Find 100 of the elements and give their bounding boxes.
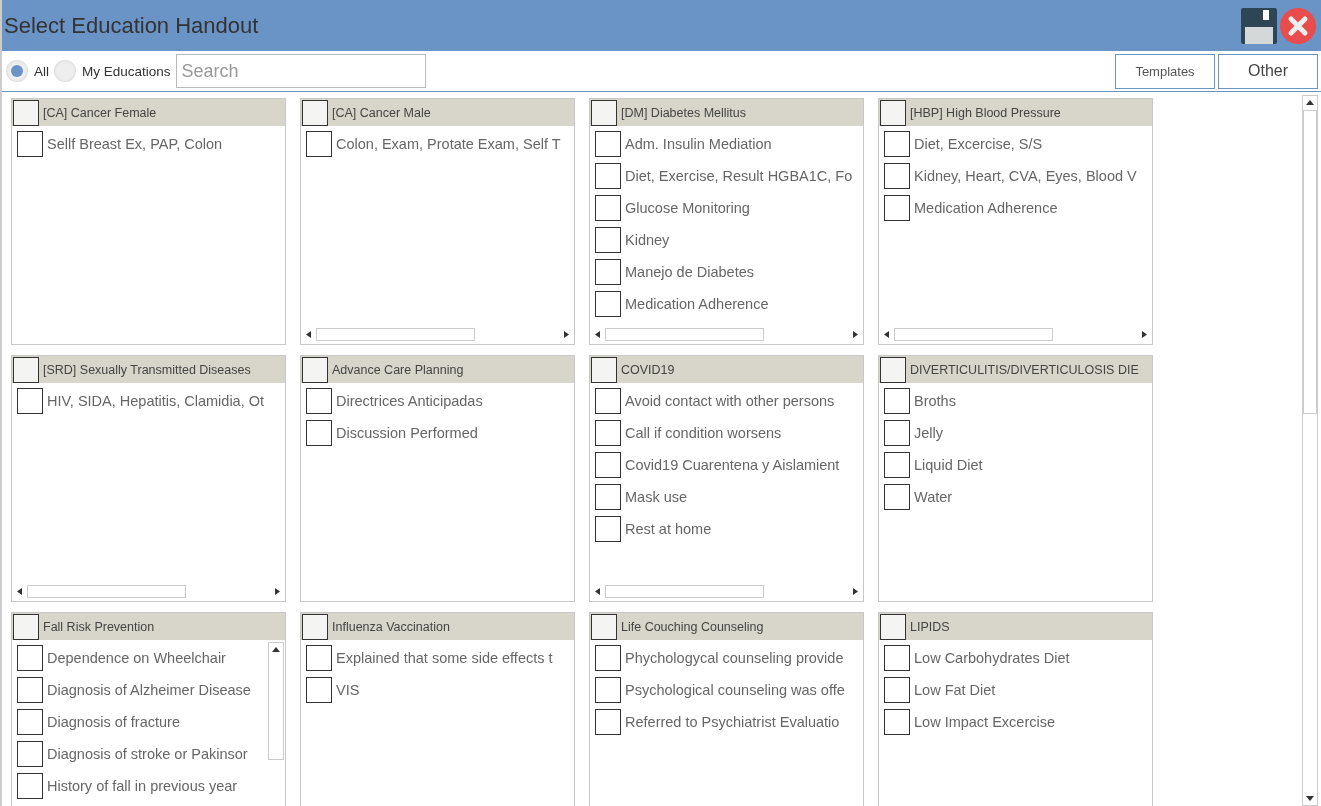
handout-label: Covid19 Cuarentena y Aislamient: [625, 457, 840, 473]
handout-label: Adm. Insulin Mediation: [625, 136, 772, 152]
handout-label: Discussion Performed: [336, 425, 478, 441]
checkbox[interactable]: [17, 388, 43, 414]
checkbox[interactable]: [880, 356, 906, 383]
checkbox[interactable]: [302, 356, 328, 383]
checkbox[interactable]: [17, 773, 43, 799]
checkbox[interactable]: [595, 420, 621, 446]
category-title: COVID19: [621, 362, 675, 377]
handout-label: Sellf Breast Ex, PAP, Colon: [47, 136, 223, 152]
handout-label: Phychologycal counseling provide: [625, 650, 844, 666]
checkbox[interactable]: [595, 516, 621, 542]
checkbox[interactable]: [595, 259, 621, 285]
checkbox[interactable]: [13, 356, 39, 383]
category-title: [CA] Cancer Male: [332, 105, 431, 120]
handout-label: Referred to Psychiatrist Evaluatio: [625, 714, 840, 730]
checkbox[interactable]: [884, 677, 910, 703]
checkbox[interactable]: [595, 452, 621, 478]
handout-label: Psychological counseling was offe: [625, 682, 845, 698]
checkbox[interactable]: [595, 163, 621, 189]
handout-label: Mask use: [625, 489, 688, 505]
checkbox[interactable]: [595, 291, 621, 317]
handout-label: Kidney, Heart, CVA, Eyes, Blood V: [914, 168, 1137, 184]
handout-label: Directrices Anticipadas: [336, 393, 483, 409]
handout-label: VIS: [336, 682, 360, 698]
category-title: [DM] Diabetes Mellitus: [621, 105, 747, 120]
checkbox[interactable]: [884, 131, 910, 157]
checkbox[interactable]: [595, 388, 621, 414]
checkbox[interactable]: [595, 195, 621, 221]
handout-label: Low Carbohydrates Diet: [914, 650, 1070, 666]
checkbox[interactable]: [884, 709, 910, 735]
handout-label: Dependence on Wheelchair: [47, 650, 226, 666]
checkbox[interactable]: [884, 420, 910, 446]
checkbox[interactable]: [17, 677, 43, 703]
category-title: DIVERTICULITIS/DIVERTICULOSIS DIE: [910, 362, 1139, 377]
checkbox[interactable]: [13, 99, 39, 126]
checkbox[interactable]: [17, 709, 43, 735]
handout-label: Colon, Exam, Protate Exam, Self T: [336, 136, 561, 152]
category-title: Life Couching Counseling: [621, 619, 764, 634]
handout-label: Low Fat Diet: [914, 682, 996, 698]
checkbox[interactable]: [306, 645, 332, 671]
handout-label: Rest at home: [625, 521, 712, 537]
radio-option[interactable]: My Educations: [54, 60, 171, 82]
handout-label: Medication Adherence: [625, 296, 769, 312]
handout-label: Low Impact Excercise: [914, 714, 1056, 730]
handout-label: Diagnosis of stroke or Pakinsor: [47, 746, 248, 762]
handout-label: Diet, Excercise, S/S: [914, 136, 1043, 152]
handout-label: Water: [914, 489, 953, 505]
category-title: Influenza Vaccination: [332, 619, 450, 634]
checkbox[interactable]: [306, 131, 332, 157]
checkbox[interactable]: [306, 677, 332, 703]
handout-label: Diagnosis of fracture: [47, 714, 180, 730]
checkbox[interactable]: [880, 99, 906, 126]
category-title: [SRD] Sexually Transmitted Diseases: [43, 362, 251, 377]
checkbox[interactable]: [884, 163, 910, 189]
search-field[interactable]: Search: [175, 54, 426, 88]
checkbox[interactable]: [595, 645, 621, 671]
handout-label: Glucose Monitoring: [625, 200, 750, 216]
handout-label: Diet, Exercise, Result HGBA1C, Fo: [625, 168, 853, 184]
handout-label: Manejo de Diabetes: [625, 264, 754, 280]
checkbox[interactable]: [884, 452, 910, 478]
vertical-scrollbar[interactable]: [1302, 95, 1318, 806]
checkbox[interactable]: [595, 484, 621, 510]
handout-label: Diagnosis of Alzheimer Disease: [47, 682, 251, 698]
checkbox[interactable]: [884, 484, 910, 510]
checkbox[interactable]: [302, 613, 328, 640]
checkbox[interactable]: [884, 195, 910, 221]
save-icon[interactable]: [1241, 7, 1277, 44]
category-title: LIPIDS: [910, 619, 950, 634]
checkbox[interactable]: [595, 677, 621, 703]
templates-button[interactable]: Templates: [1115, 53, 1215, 89]
checkbox[interactable]: [591, 356, 617, 383]
checkbox[interactable]: [591, 613, 617, 640]
vertical-scrollbar[interactable]: [268, 642, 284, 760]
checkbox[interactable]: [595, 709, 621, 735]
handout-label: Medication Adherence: [914, 200, 1058, 216]
handout-label: Broths: [914, 393, 956, 409]
category-title: [CA] Cancer Female: [43, 105, 157, 120]
window-title: Select Education Handout: [4, 12, 260, 39]
checkbox[interactable]: [17, 741, 43, 767]
checkbox[interactable]: [884, 645, 910, 671]
checkbox[interactable]: [595, 227, 621, 253]
handout-label: Liquid Diet: [914, 457, 983, 473]
checkbox[interactable]: [13, 613, 39, 640]
handout-label: Call if condition worsens: [625, 425, 782, 441]
checkbox[interactable]: [595, 131, 621, 157]
category-title: Fall Risk Prevention: [43, 619, 155, 634]
handout-label: HIV, SIDA, Hepatitis, Clamidia, Ot: [47, 393, 265, 409]
checkbox[interactable]: [306, 388, 332, 414]
checkbox[interactable]: [884, 388, 910, 414]
other-button[interactable]: Other: [1218, 53, 1318, 89]
checkbox[interactable]: [591, 99, 617, 126]
handout-label: Avoid contact with other persons: [625, 393, 835, 409]
checkbox[interactable]: [17, 645, 43, 671]
handout-label: History of fall in previous year: [47, 778, 238, 794]
checkbox[interactable]: [302, 99, 328, 126]
handout-label: Kidney: [625, 232, 670, 248]
checkbox[interactable]: [880, 613, 906, 640]
checkbox[interactable]: [306, 420, 332, 446]
checkbox[interactable]: [17, 131, 43, 157]
